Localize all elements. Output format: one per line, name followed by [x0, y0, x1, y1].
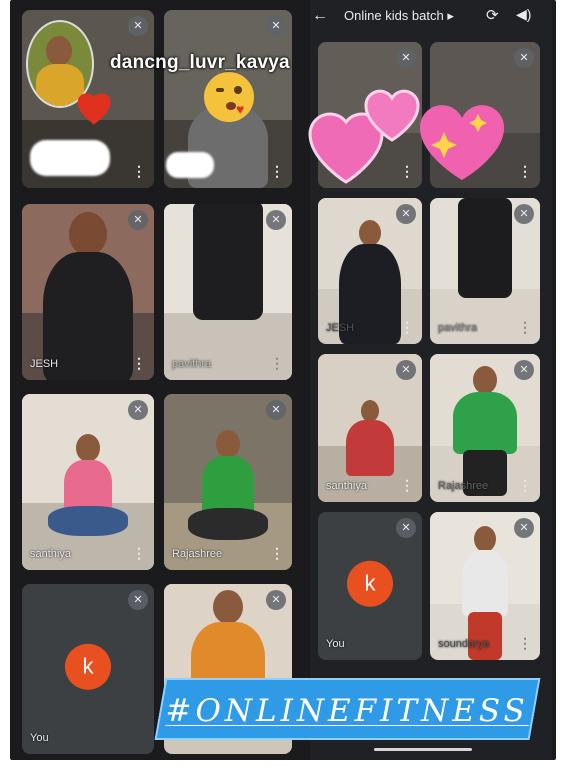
participant-tile[interactable]: pavithra ✕ ⋮	[430, 198, 540, 344]
participant-tile[interactable]: santhiya ✕ ⋮	[22, 394, 154, 570]
participant-name: You	[30, 732, 49, 744]
more-options-icon[interactable]: ⋮	[518, 636, 532, 650]
emoji-kiss-sticker: ♥	[204, 72, 254, 122]
participant-name: You	[326, 638, 345, 650]
mic-off-icon: ✕	[514, 204, 534, 224]
more-options-icon[interactable]: ⋮	[518, 164, 532, 178]
more-options-icon[interactable]: ⋮	[270, 546, 284, 560]
meeting-title[interactable]: Online kids batch ▸	[344, 8, 454, 24]
avatar: k	[65, 643, 111, 690]
participant-name: santhiya	[326, 480, 367, 492]
more-options-icon[interactable]: ⋮	[270, 164, 284, 178]
red-heart-sticker	[72, 86, 116, 130]
participant-tile[interactable]: santhiya ✕ ⋮	[318, 354, 422, 502]
privacy-blur-sticker	[30, 140, 110, 176]
more-options-icon[interactable]: ⋮	[132, 546, 146, 560]
speaker-icon[interactable]: ◀)	[516, 6, 531, 23]
mic-off-icon: ✕	[128, 210, 148, 230]
avatar: k	[347, 560, 393, 607]
participant-name: santhiya	[30, 548, 71, 560]
hashtag-banner: #ONLINEFITNESS	[154, 678, 541, 740]
mic-off-icon: ✕	[396, 48, 416, 68]
mic-off-icon: ✕	[514, 48, 534, 68]
mic-off-icon: ✕	[514, 518, 534, 538]
mic-off-icon: ✕	[266, 400, 286, 420]
username-overlay: dancng_luvr_kavya	[110, 52, 290, 73]
sparkling-heart-sticker	[414, 92, 510, 188]
privacy-blur-sticker	[166, 152, 214, 178]
participant-tile[interactable]: Rajashree ✕ ⋮	[164, 394, 292, 570]
participant-tile-self[interactable]: k You ✕	[318, 512, 422, 660]
participant-tile[interactable]: JESH ✕ ⋮	[22, 204, 154, 380]
participant-name: soundarya	[438, 638, 490, 650]
mic-off-icon: ✕	[128, 400, 148, 420]
mic-off-icon: ✕	[396, 360, 416, 380]
participant-name: JESH	[30, 358, 59, 370]
mic-off-icon: ✕	[128, 590, 148, 610]
more-options-icon[interactable]: ⋮	[270, 356, 284, 370]
hearts-sticker	[306, 82, 426, 192]
mic-off-icon: ✕	[396, 204, 416, 224]
switch-camera-icon[interactable]: ⟳	[486, 6, 499, 24]
more-options-icon[interactable]: ⋮	[518, 478, 532, 492]
mic-off-icon: ✕	[514, 360, 534, 380]
participant-name: Rajashree	[172, 548, 223, 560]
participant-name: pavithra	[438, 322, 478, 334]
more-options-icon[interactable]: ⋮	[132, 164, 146, 178]
participant-name: Rajashree	[438, 480, 489, 492]
participant-name: JESH	[326, 322, 355, 334]
mic-off-icon: ✕	[266, 210, 286, 230]
participant-tile[interactable]: JESH ✕ ⋮	[318, 198, 422, 344]
participant-name: pavithra	[172, 358, 212, 370]
arrow-left-icon[interactable]: ←	[312, 7, 328, 25]
mic-off-icon: ✕	[396, 518, 416, 538]
hashtag-text: #ONLINEFITNESS	[165, 693, 529, 729]
more-options-icon[interactable]: ⋮	[400, 320, 414, 334]
call-header: ← Online kids batch ▸ ⟳ ◀)	[300, 0, 542, 34]
mic-off-icon: ✕	[266, 16, 286, 36]
left-call-screen: ✕ ⋮ ✕ ⋮ JESH ✕ ⋮ pavithra ✕ ⋮ santhiya ✕…	[14, 0, 300, 760]
participant-tile-self[interactable]: k You ✕	[22, 584, 154, 754]
more-options-icon[interactable]: ⋮	[518, 320, 532, 334]
more-options-icon[interactable]: ⋮	[132, 356, 146, 370]
mic-off-icon: ✕	[128, 16, 148, 36]
participant-tile[interactable]: Rajashree ✕ ⋮	[430, 354, 540, 502]
more-options-icon[interactable]: ⋮	[400, 478, 414, 492]
participant-tile[interactable]: pavithra ✕ ⋮	[164, 204, 292, 380]
mic-off-icon: ✕	[266, 590, 286, 610]
participant-tile[interactable]: soundarya ✕ ⋮	[430, 512, 540, 660]
home-indicator[interactable]	[374, 748, 472, 751]
